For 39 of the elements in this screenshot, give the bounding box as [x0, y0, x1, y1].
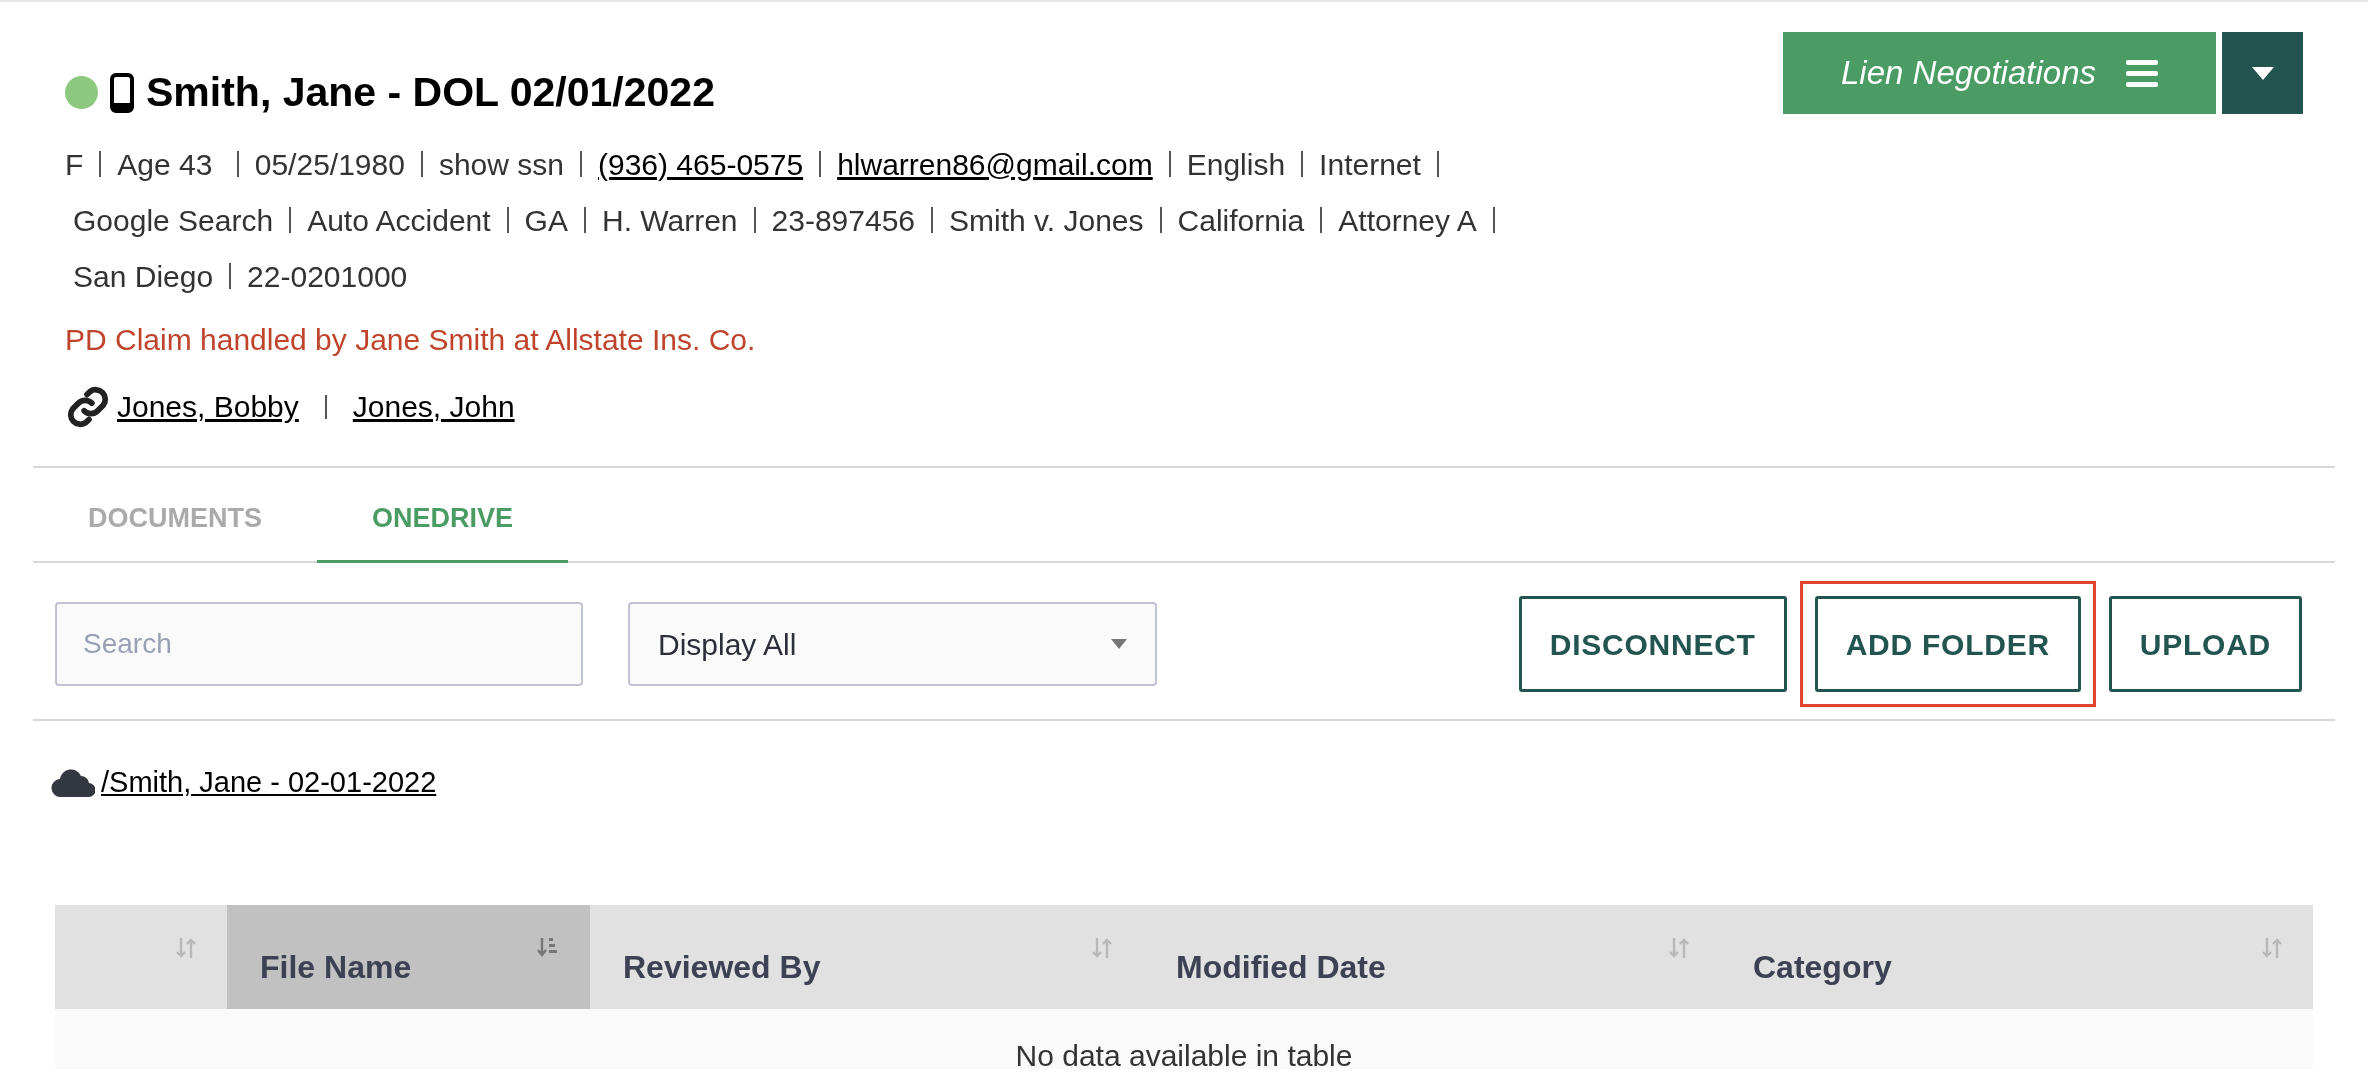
column-header[interactable]: File Name: [227, 904, 590, 1009]
caret-icon: [2251, 66, 2274, 80]
info-item: 22-0201000: [247, 258, 408, 295]
claim-note: PD Claim handled by Jane Smith at Allstate Ins. Co.: [65, 321, 757, 358]
caret-icon: [1111, 639, 1127, 649]
info-item: Google Search: [73, 202, 274, 239]
info-item: F: [65, 146, 84, 183]
info-item: 05/25/1980: [254, 146, 405, 183]
info-item: California: [1177, 202, 1305, 239]
empty-table-message: No data available in table: [1015, 1037, 1353, 1069]
info-item: Smith v. Jones: [949, 202, 1144, 239]
info-item: H. Warren: [601, 202, 738, 239]
info-item: Age 43: [117, 146, 214, 183]
contact-link[interactable]: hlwarren86@gmail.com: [837, 141, 1153, 187]
action-button[interactable]: ADD FOLDER: [1814, 596, 2081, 692]
info-item: Auto Accident: [307, 202, 491, 239]
info-item: Attorney A: [1338, 202, 1477, 239]
info-item: English: [1186, 146, 1286, 183]
info-item: 23-897456: [771, 202, 915, 239]
action-button[interactable]: UPLOAD: [2108, 596, 2302, 692]
folder-path-link[interactable]: /Smith, Jane - 02-01-2022: [101, 761, 437, 805]
column-header[interactable]: Modified Date: [1143, 904, 1720, 1009]
cloud-icon: [51, 768, 95, 797]
dropdown-button[interactable]: [2222, 32, 2303, 114]
info-item: San Diego: [73, 258, 214, 295]
info-item: show ssn: [438, 146, 564, 183]
info-item: GA: [524, 202, 568, 239]
contact-link[interactable]: (936) 465-0575: [597, 141, 804, 187]
menu-icon: [2126, 59, 2158, 87]
related-case-link[interactable]: Jones, John: [352, 384, 515, 429]
action-button[interactable]: DISCONNECT: [1518, 596, 1787, 692]
info-item: Internet: [1319, 146, 1421, 183]
column-header[interactable]: Reviewed By: [590, 904, 1143, 1009]
case-title: Smith, Jane - DOL 02/01/2022: [146, 68, 715, 117]
filter-select[interactable]: Display All: [628, 602, 1157, 686]
column-header[interactable]: Category: [1720, 904, 2313, 1009]
search-field[interactable]: Search: [55, 602, 583, 686]
related-case-link[interactable]: Jones, Bobby: [117, 384, 299, 429]
phone-icon: [110, 72, 134, 113]
